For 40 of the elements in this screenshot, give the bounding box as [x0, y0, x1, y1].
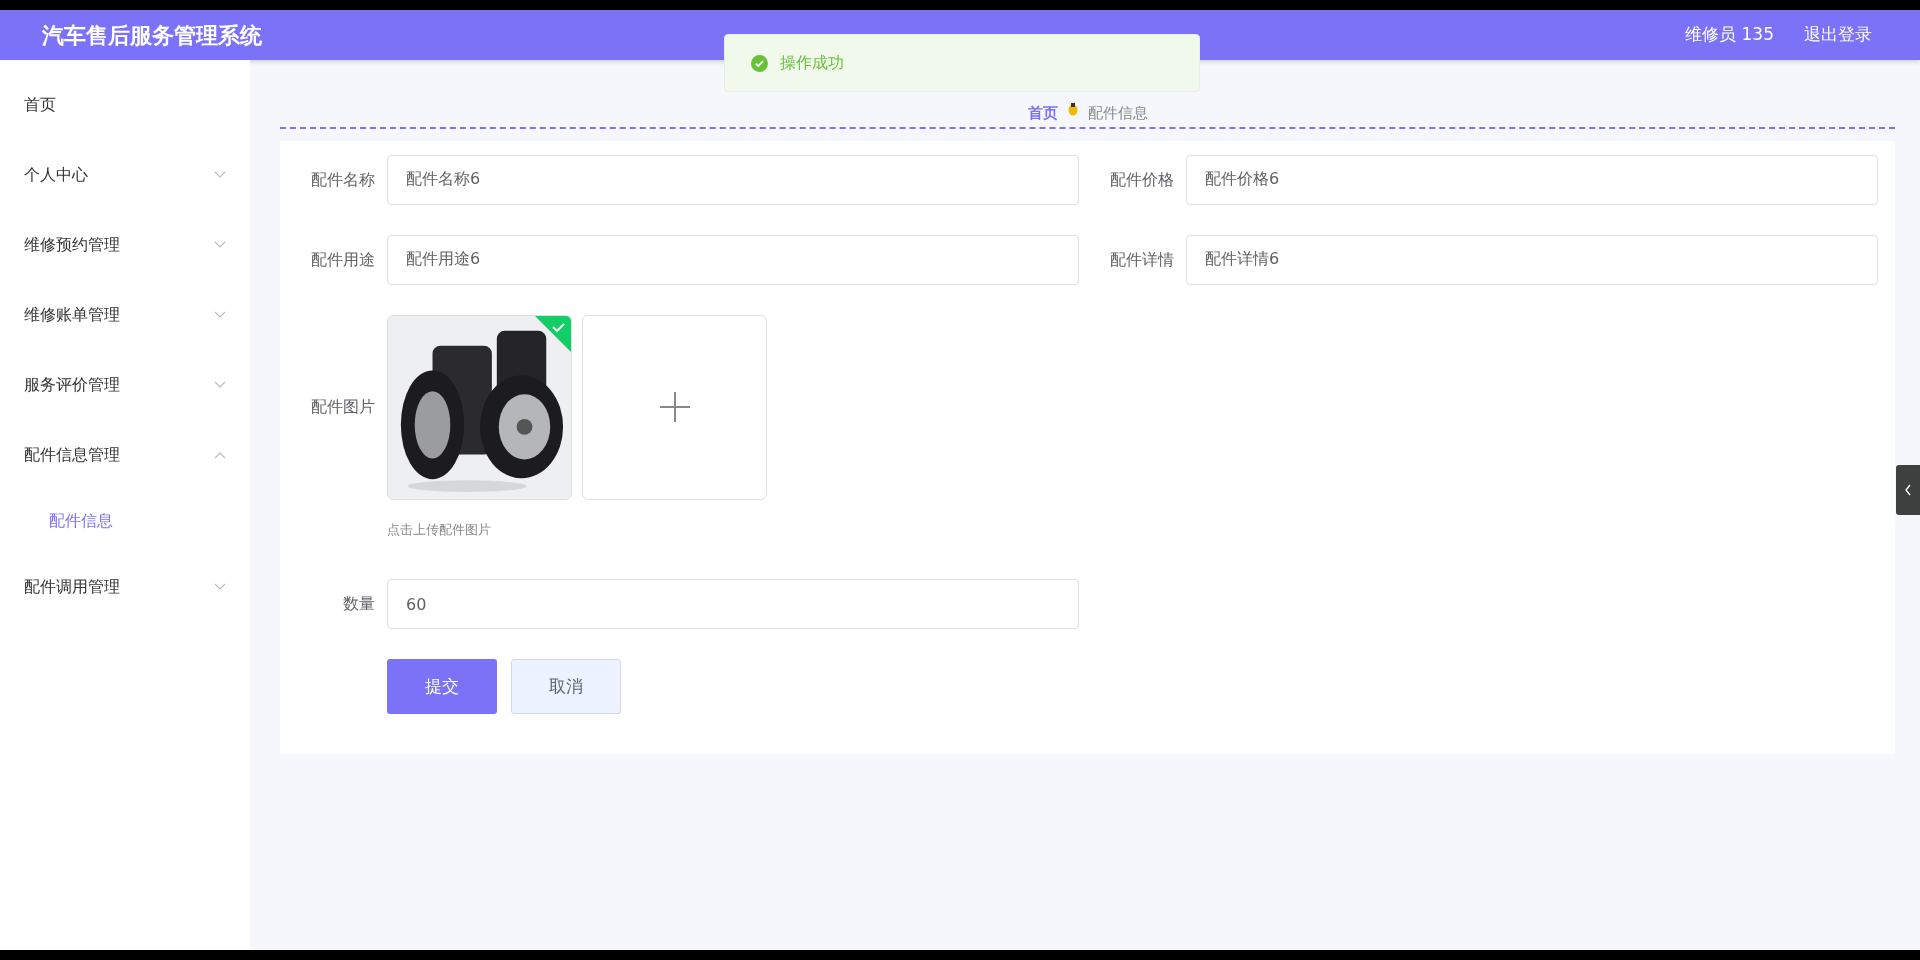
breadcrumb-current: 配件信息: [1087, 103, 1148, 124]
input-field[interactable]: 配件名称6: [387, 154, 1079, 205]
field-label: 配件图片: [310, 396, 376, 418]
input-field[interactable]: 配件用途6: [387, 234, 1079, 285]
input-field[interactable]: 60: [387, 579, 1079, 629]
chevron-down-icon: [214, 583, 226, 591]
chevron-down-icon: [214, 171, 226, 179]
sidebar-item[interactable]: 个人中心: [0, 140, 250, 210]
plus-icon: [659, 392, 690, 422]
input-field[interactable]: 配件详情6: [1186, 234, 1878, 285]
sidebar-item[interactable]: 首页: [0, 70, 250, 140]
submit-button[interactable]: 提交: [387, 659, 497, 714]
user-name: 维修员 135: [1685, 23, 1774, 47]
chevron-down-icon: [214, 381, 226, 389]
field-label: 配件详情: [1109, 248, 1175, 271]
input-field[interactable]: 配件价格6: [1186, 154, 1878, 205]
toast-message: 操作成功: [780, 52, 844, 74]
app-title: 汽车售后服务管理系统: [42, 21, 262, 50]
chevron-left-icon: [1904, 484, 1912, 496]
separator-icon: [1067, 102, 1078, 116]
collapse-tab[interactable]: [1896, 465, 1920, 515]
upload-hint: 点击上传配件图片: [387, 520, 492, 539]
sidebar-item[interactable]: 配件调用管理: [0, 552, 250, 622]
chevron-down-icon: [214, 241, 226, 249]
chevron-up-icon: [214, 451, 226, 459]
sidebar-item[interactable]: 维修预约管理: [0, 210, 250, 280]
sidebar-subitem[interactable]: 配件信息: [0, 490, 250, 552]
field-label: 配件名称: [310, 168, 376, 191]
check-circle-icon: [751, 54, 768, 72]
breadcrumb-link[interactable]: 首页: [1027, 102, 1058, 125]
chevron-down-icon: [214, 311, 226, 319]
field-label: 配件价格: [1109, 168, 1175, 191]
sidebar-item[interactable]: 服务评价管理: [0, 350, 250, 420]
sidebar-item[interactable]: 维修账单管理: [0, 280, 250, 350]
field-label: 数量: [342, 593, 376, 615]
upload-button[interactable]: [582, 314, 767, 500]
sidebar-item[interactable]: 配件信息管理: [0, 420, 250, 490]
cancel-button[interactable]: 取消: [511, 659, 621, 714]
logout-link[interactable]: 退出登录: [1804, 22, 1872, 48]
field-label: 配件用途: [310, 248, 376, 271]
